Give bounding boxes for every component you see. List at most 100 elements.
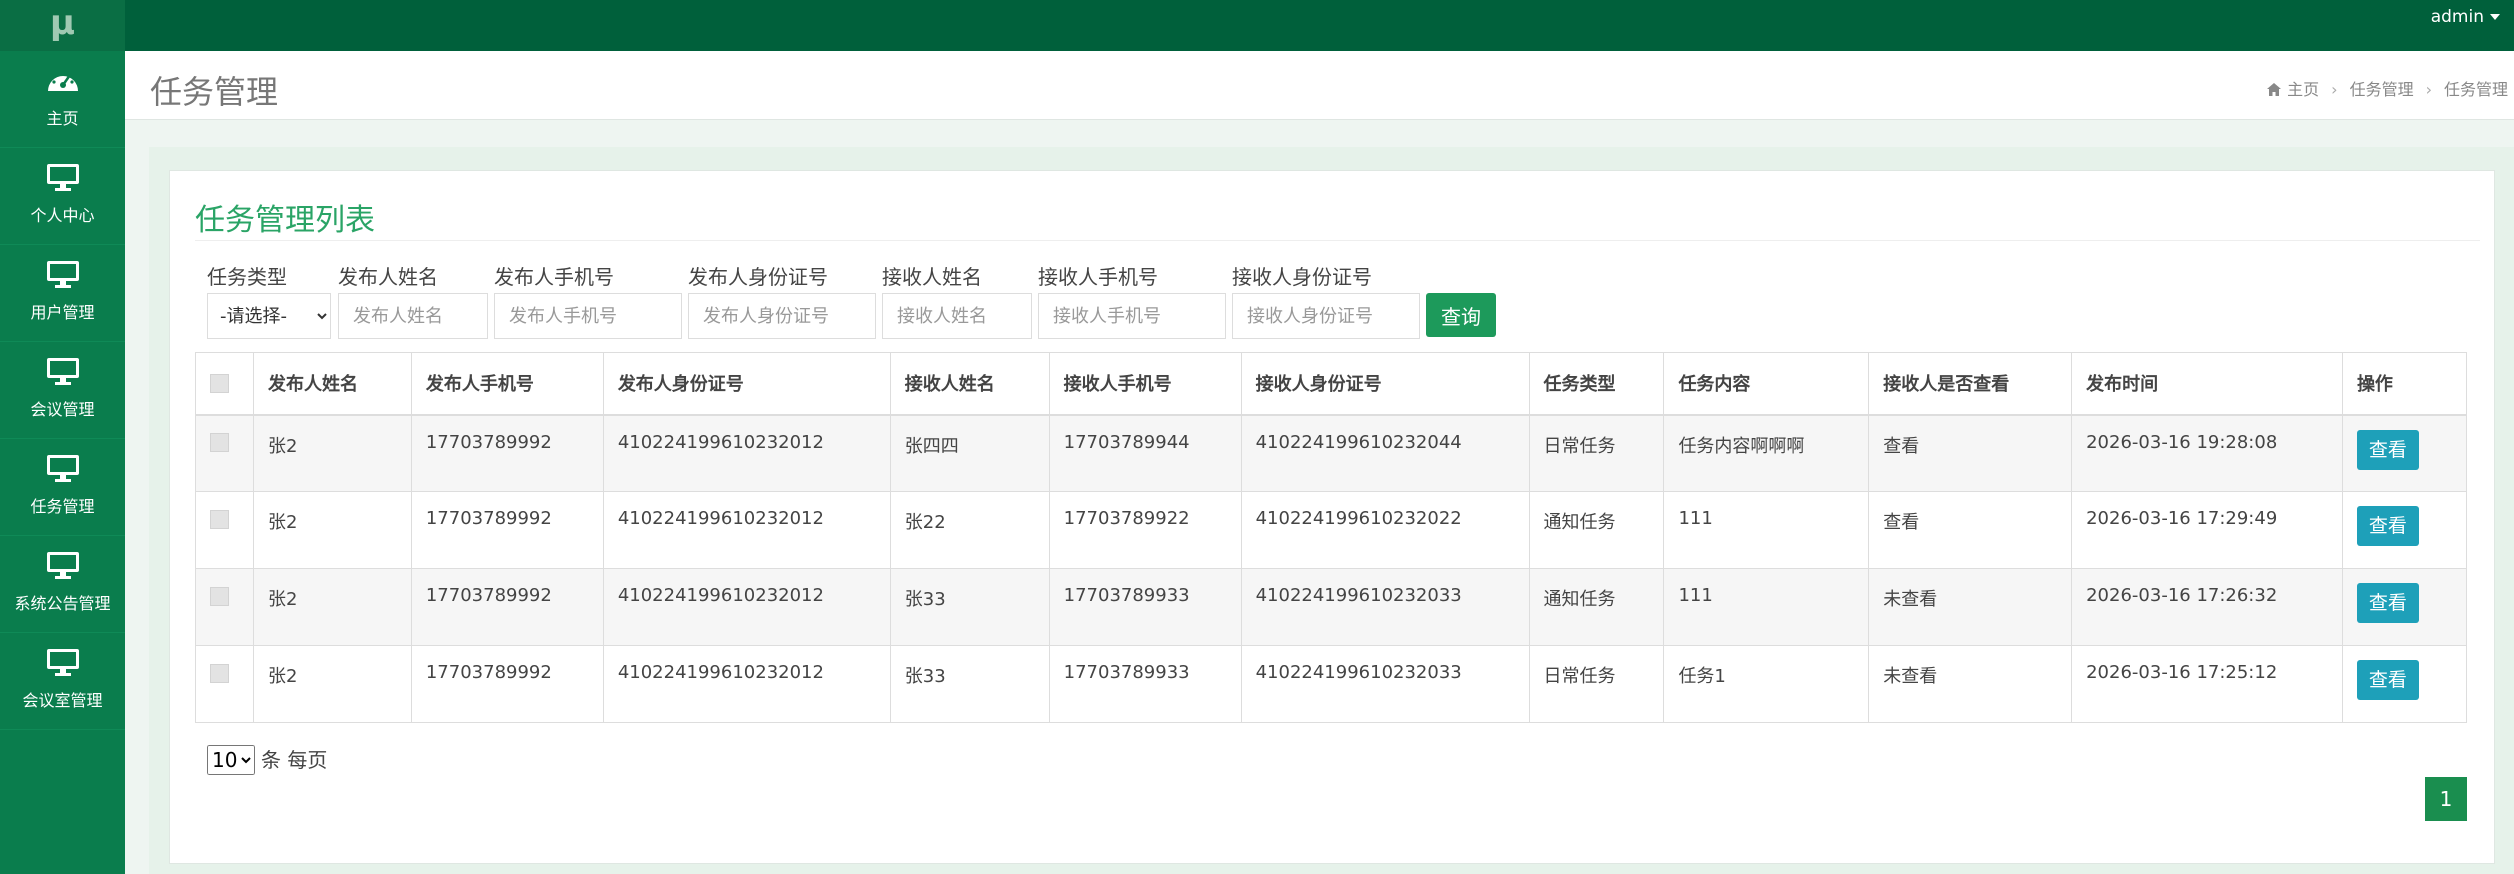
table-cell: 17703789992: [410, 568, 604, 646]
table-cell: 111: [1663, 568, 1870, 646]
table-cell: 日常任务: [1528, 414, 1665, 492]
table-cell: 张2: [252, 645, 412, 723]
sidebar-item-personal-center[interactable]: 个人中心: [0, 148, 125, 245]
view-button[interactable]: 查看: [2356, 429, 2419, 470]
table-cell: 17703789933: [1048, 568, 1242, 646]
table-cell: 17703789992: [410, 491, 604, 569]
table-cell: 111: [1663, 491, 1870, 569]
table-cell: 2026-03-16 17:29:49: [2071, 491, 2343, 569]
table-cell: 任务1: [1663, 645, 1870, 723]
page-size-control: 10条 每页: [207, 744, 327, 775]
table-cell: 17703789992: [410, 645, 604, 723]
publisher-name-input[interactable]: [338, 293, 488, 339]
page-size-select[interactable]: 10: [207, 745, 255, 775]
row-select-cell: [195, 491, 254, 569]
sidebar-item-meeting-management[interactable]: 会议管理: [0, 342, 125, 439]
table-cell: 张33: [889, 645, 1050, 723]
table-cell: 17703789944: [1048, 414, 1242, 492]
divider: [195, 240, 2480, 241]
row-checkbox[interactable]: [210, 433, 229, 452]
monitor-icon: [46, 552, 79, 579]
sidebar-item-task-management[interactable]: 任务管理: [0, 439, 125, 536]
top-bar: μ admin: [0, 0, 2514, 51]
page-size-suffix: 条 每页: [261, 748, 328, 772]
sidebar-item-label: 任务管理: [30, 497, 95, 516]
row-select-cell: [195, 568, 254, 646]
view-button[interactable]: 查看: [2356, 660, 2419, 700]
breadcrumb-home[interactable]: 主页: [2287, 80, 2319, 99]
action-cell: 查看: [2341, 568, 2468, 646]
sidebar-item-meeting-room-management[interactable]: 会议室管理: [0, 633, 125, 730]
row-checkbox[interactable]: [210, 663, 229, 683]
column-header: 接收人身份证号: [1240, 352, 1530, 416]
sidebar-item-label: 会议管理: [30, 400, 95, 419]
sidebar-item-home[interactable]: 主页: [0, 51, 125, 148]
receiver-phone-input[interactable]: [1038, 293, 1226, 339]
table-row: 张2 17703789992 410224199610232012 张33 17…: [195, 568, 2468, 646]
receiver-id-filter: 接收人身份证号: [1232, 263, 1420, 339]
publisher-id-input[interactable]: [688, 293, 876, 339]
row-checkbox[interactable]: [210, 509, 229, 529]
table-cell: 未查看: [1868, 645, 2073, 723]
user-name: admin: [2430, 7, 2484, 27]
chevron-right-icon: ›: [2331, 80, 2338, 99]
publisher-phone-input[interactable]: [494, 293, 682, 339]
query-button[interactable]: 查询: [1426, 293, 1496, 337]
breadcrumb-task-management[interactable]: 任务管理: [2350, 80, 2414, 99]
receiver-name-filter: 接收人姓名: [882, 263, 1032, 339]
table-cell: 410224199610232044: [1240, 414, 1530, 492]
sidebar-item-label: 会议室管理: [22, 691, 103, 710]
table-row: 张2 17703789992 410224199610232012 张四四 17…: [195, 414, 2468, 492]
table-cell: 任务内容啊啊啊: [1663, 414, 1870, 492]
page-title: 任务管理: [150, 73, 279, 111]
table-cell: 410224199610232022: [1240, 491, 1530, 569]
chevron-right-icon: ›: [2425, 80, 2432, 99]
monitor-icon: [46, 261, 79, 288]
receiver-name-input[interactable]: [882, 293, 1032, 339]
publisher-phone-filter: 发布人手机号: [494, 263, 682, 339]
pagination-page-1[interactable]: 1: [2425, 777, 2467, 821]
caret-down-icon: [2490, 14, 2500, 20]
table-cell: 未查看: [1868, 568, 2073, 646]
user-menu[interactable]: admin: [2431, 0, 2500, 34]
task-table: 发布人姓名 发布人手机号 发布人身份证号 接收人姓名 接收人手机号 接收人身份证…: [195, 352, 2468, 723]
table-cell: 410224199610232012: [602, 491, 891, 569]
card-title: 任务管理列表: [195, 203, 375, 238]
table-cell: 2026-03-16 17:26:32: [2071, 568, 2343, 646]
publisher-id-label: 发布人身份证号: [688, 265, 828, 289]
sidebar-item-user-management[interactable]: 用户管理: [0, 245, 125, 342]
column-header: 接收人手机号: [1048, 352, 1242, 416]
receiver-phone-label: 接收人手机号: [1038, 265, 1158, 289]
receiver-name-label: 接收人姓名: [882, 265, 982, 289]
monitor-icon: [46, 455, 79, 482]
select-all-checkbox[interactable]: [210, 374, 229, 394]
table-cell: 17703789992: [410, 414, 604, 492]
receiver-id-input[interactable]: [1232, 293, 1420, 339]
table-cell: 17703789933: [1048, 645, 1242, 723]
table-cell: 张22: [889, 491, 1050, 569]
table-cell: 17703789922: [1048, 491, 1242, 569]
row-select-cell: [195, 414, 254, 492]
table-header-row: 发布人姓名 发布人手机号 发布人身份证号 接收人姓名 接收人手机号 接收人身份证…: [195, 352, 2468, 416]
sidebar-item-announcement-management[interactable]: 系统公告管理: [0, 536, 125, 633]
column-header: 任务内容: [1663, 352, 1870, 416]
view-button[interactable]: 查看: [2356, 506, 2419, 546]
sidebar: 主页 个人中心 用户管理 会议管理 任务管理 系统公告管理 会议室管理: [0, 51, 125, 874]
action-cell: 查看: [2341, 645, 2468, 723]
breadcrumb-current: 任务管理: [2443, 80, 2508, 99]
column-header: 接收人姓名: [889, 352, 1050, 416]
monitor-icon: [46, 649, 79, 676]
table-cell: 2026-03-16 19:28:08: [2071, 414, 2343, 492]
task-type-select[interactable]: -请选择-: [207, 293, 331, 339]
select-all-cell: [195, 352, 254, 416]
view-button[interactable]: 查看: [2356, 583, 2419, 623]
sidebar-item-label: 主页: [46, 109, 79, 128]
table-cell: 410224199610232012: [602, 414, 891, 492]
task-type-filter: 任务类型 -请选择-: [207, 263, 331, 339]
row-checkbox[interactable]: [210, 586, 229, 606]
table-cell: 张2: [252, 491, 412, 569]
app-logo: μ: [0, 0, 125, 51]
monitor-icon: [46, 164, 79, 191]
table-row: 张2 17703789992 410224199610232012 张33 17…: [195, 645, 2468, 723]
table-cell: 张四四: [889, 414, 1050, 492]
